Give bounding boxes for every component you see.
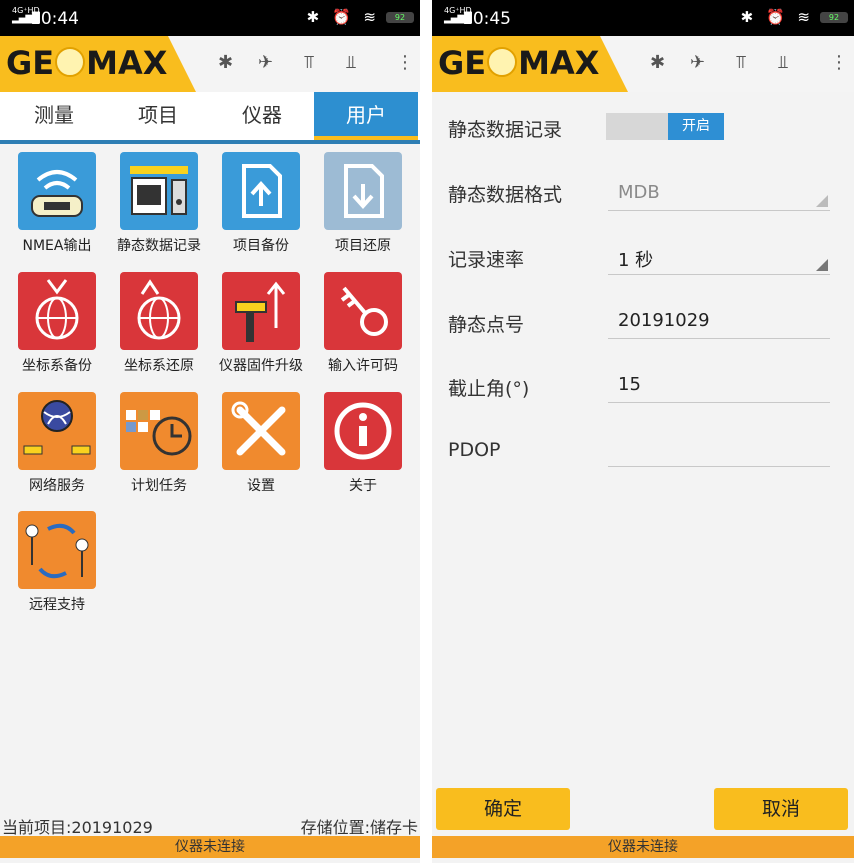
rate-value: 1 秒 [618,250,654,271]
project-restore-item[interactable]: 项目还原 [312,152,414,254]
toggle-on-label: 开启 [668,113,724,140]
settings-item[interactable]: 设置 [210,392,312,494]
tab-instrument[interactable]: 仪器 [210,92,314,140]
settings-tools-icon [222,392,300,470]
scheduled-task-icon [120,392,198,470]
license-key-item[interactable]: 输入许可码 [312,272,414,374]
dropdown-arrow-icon [816,195,828,207]
project-backup-icon [222,152,300,230]
coord-backup-icon [18,272,96,350]
static-recording-screen: 4G⁺HD ▂▄▆█ 10:45 ✱ ⏰ ≋ 92 GE MAX ✱ ✈ ⫪ ⫫ ⋮… [432,0,854,863]
grid-label: 坐标系备份 [22,358,92,374]
license-key-icon [324,272,402,350]
static-record-toggle[interactable]: 开启 [606,113,724,140]
remote-support-item[interactable]: 远程支持 [6,511,108,613]
static-data-item[interactable]: 静态数据记录 [108,152,210,254]
about-item[interactable]: 关于 [312,392,414,494]
clock: 10:44 [30,9,79,29]
cutoff-input[interactable]: 15 [608,368,830,403]
bluetooth-icon[interactable]: ✱ [218,52,233,73]
point-input[interactable]: 20191029 [608,304,830,339]
grid-label: 远程支持 [29,597,85,613]
tab-user[interactable]: 用户 [314,92,418,140]
grid-label: 设置 [247,478,275,494]
tab-project[interactable]: 项目 [106,92,210,140]
rate-label: 记录速率 [448,249,525,271]
point-label: 静态点号 [448,314,525,336]
grid-label: 静态数据记录 [117,238,201,254]
nmea-output-item[interactable]: NMEA输出 [6,152,108,254]
grid-label: 坐标系还原 [124,358,194,374]
current-project: 当前项目:20191029 [2,818,153,837]
grid-label: 网络服务 [29,478,85,494]
remote-support-icon [18,511,96,589]
grid-label: 项目还原 [335,238,391,254]
app-bar: GE MAX ✱ ✈ ⫪ ⫫ ⋮ [0,36,420,92]
format-value: MDB [618,182,660,203]
more-icon[interactable]: ⋮ [396,52,414,73]
grid-label: 仪器固件升级 [219,358,303,374]
geomax-logo: GE MAX [438,44,600,82]
status-bar: 4G⁺HD ▂▄▆█ 10:45 ✱ ⏰ ≋ 92 [432,0,854,36]
satellite-icon[interactable]: ✈ [690,52,705,73]
user-menu-screen: 4G⁺HD ▂▄▆█ 10:44 ✱ ⏰ ≋ 92 GE MAX ✱ ✈ ⫪ ⫫ ⋮… [0,0,420,863]
connection-status: 仪器未连接 [432,836,854,858]
dropdown-arrow-icon [816,259,828,271]
project-footer: 当前项目:20191029 存储位置:储存卡 [0,810,420,837]
bluetooth-icon[interactable]: ✱ [650,52,665,73]
rate-select[interactable]: 1 秒 [608,240,830,275]
app-bar: GE MAX ✱ ✈ ⫪ ⫫ ⋮ [432,36,854,92]
status-bar: 4G⁺HD ▂▄▆█ 10:44 ✱ ⏰ ≋ 92 [0,0,420,36]
about-info-icon [324,392,402,470]
storage-location: 存储位置:储存卡 [300,818,418,837]
cancel-button[interactable]: 取消 [714,788,848,830]
satellite-icon[interactable]: ✈ [258,52,273,73]
pdop-label: PDOP [448,439,501,461]
pdop-input[interactable] [608,432,830,467]
format-select[interactable]: MDB [608,176,830,211]
clock: 10:45 [462,9,511,29]
grid-label: 关于 [349,478,377,494]
connection-status: 仪器未连接 [0,836,420,858]
point-value: 20191029 [618,310,710,331]
coord-restore-item[interactable]: 坐标系还原 [108,272,210,374]
static-data-icon [120,152,198,230]
format-label: 静态数据格式 [448,184,563,206]
nmea-output-icon [18,152,96,230]
more-icon[interactable]: ⋮ [830,52,848,73]
static-record-label: 静态数据记录 [448,119,563,141]
network-service-item[interactable]: 网络服务 [6,392,108,494]
cutoff-value: 15 [618,374,641,395]
coord-backup-item[interactable]: 坐标系备份 [6,272,108,374]
geomax-logo: GE MAX [6,44,168,82]
grid-label: NMEA输出 [22,238,92,254]
battery-icon: 92 [820,12,848,23]
antenna-icon[interactable]: ⫪ [304,52,314,73]
grid-label: 计划任务 [131,478,187,494]
rover-icon[interactable]: ⫫ [778,52,788,73]
cutoff-label: 截止角(°) [448,378,530,400]
network-service-icon [18,392,96,470]
battery-icon: 92 [386,12,414,23]
project-restore-icon [324,152,402,230]
antenna-icon[interactable]: ⫪ [736,52,746,73]
status-icons: ✱ ⏰ ≋ [306,8,380,26]
confirm-button[interactable]: 确定 [436,788,570,830]
scheduled-task-item[interactable]: 计划任务 [108,392,210,494]
status-icons: ✱ ⏰ ≋ [740,8,814,26]
grid-label: 项目备份 [233,238,289,254]
firmware-upgrade-icon [222,272,300,350]
firmware-upgrade-item[interactable]: 仪器固件升级 [210,272,312,374]
rover-icon[interactable]: ⫫ [346,52,356,73]
tab-bar: 测量 项目 仪器 用户 [0,92,420,144]
project-backup-item[interactable]: 项目备份 [210,152,312,254]
tab-measure[interactable]: 测量 [2,92,106,140]
grid-label: 输入许可码 [328,358,398,374]
coord-restore-icon [120,272,198,350]
